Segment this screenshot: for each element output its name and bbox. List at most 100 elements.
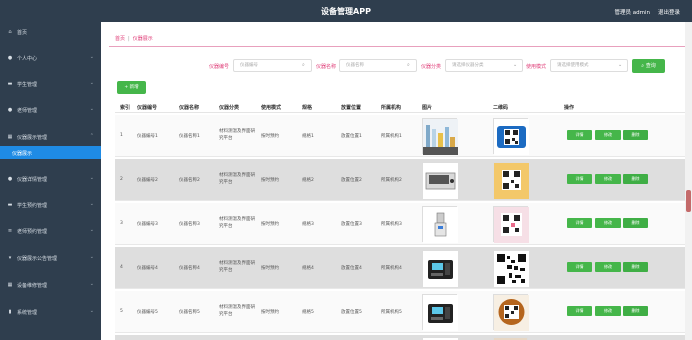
grid-icon: ▦ xyxy=(7,282,13,288)
cell-spec: 规格3 xyxy=(302,222,314,227)
sidebar-item-instrument-display[interactable]: ▦ 仪器展示管理 ⌃ xyxy=(0,130,101,144)
divider xyxy=(109,46,685,47)
delete-button[interactable]: 删除 xyxy=(623,130,648,140)
filter-label-category: 仪器分类 xyxy=(421,64,442,70)
edit-button[interactable]: 修改 xyxy=(595,130,621,140)
cell-spec: 规格1 xyxy=(302,134,314,139)
name-input[interactable] xyxy=(339,59,417,72)
sidebar-item-label: 学生管理 xyxy=(17,82,38,88)
person-icon: ● xyxy=(7,176,13,182)
category-select[interactable] xyxy=(445,59,523,72)
sidebar-item-label: 设备维修管理 xyxy=(17,283,48,289)
col-header: 索引 xyxy=(120,105,131,111)
instrument-image xyxy=(422,250,458,287)
chart-icon: ▮ xyxy=(8,309,12,315)
cell-index: 5 xyxy=(120,309,123,314)
table-row xyxy=(115,335,685,340)
cell-spec: 规格2 xyxy=(302,178,314,183)
sidebar-item-teachers[interactable]: ● 老师管理 ⌄ xyxy=(0,103,101,117)
home-icon: ⌂ xyxy=(8,29,12,35)
cell-mode: 按时预约 xyxy=(261,266,279,271)
col-header: 规格 xyxy=(302,105,313,111)
instrument-image xyxy=(422,294,458,331)
breadcrumb-home[interactable]: 首页 xyxy=(115,36,125,42)
chevron-down-icon: ⌄ xyxy=(89,227,94,233)
cell-index: 1 xyxy=(120,133,123,138)
filter-label-code: 仪器编号 xyxy=(209,64,230,70)
cell-location: 放置位置5 xyxy=(341,310,362,315)
table-row: 2 仪器编号2 仪器名称2 材料测温及界面研究平台 按时预约 规格2 放置位置2… xyxy=(115,159,685,201)
search-button-label: 查询 xyxy=(645,63,656,69)
cell-mode: 按时预约 xyxy=(261,310,279,315)
cell-code: 仪器编号3 xyxy=(137,222,158,227)
cell-code: 仪器编号1 xyxy=(137,134,158,139)
instrument-image xyxy=(422,162,458,199)
chevron-down-icon: ⌄ xyxy=(89,106,94,112)
cell-spec: 规格5 xyxy=(302,310,314,315)
sidebar: ⌂ 首页 ● 个人中心 ⌄ ▬ 学生管理 ⌄ ● 老师管理 ⌄ ▦ 仪器展示管理… xyxy=(0,22,101,340)
sidebar-item-student-booking[interactable]: ▬ 学生预约管理 ⌄ xyxy=(0,198,101,212)
add-button[interactable]: + 新增 xyxy=(117,81,146,94)
cell-name: 仪器名称4 xyxy=(179,266,200,271)
chevron-down-icon: ⌄ xyxy=(89,80,94,86)
logout-link[interactable]: 退出登录 xyxy=(658,8,680,16)
scrollbar-thumb[interactable] xyxy=(686,190,691,212)
mode-select[interactable] xyxy=(550,59,628,72)
delete-button[interactable]: 删除 xyxy=(623,218,648,228)
edit-button[interactable]: 修改 xyxy=(595,218,621,228)
sidebar-item-label: 老师预约管理 xyxy=(17,229,48,235)
search-button[interactable]: ⌕ 查询 xyxy=(632,59,665,73)
detail-button[interactable]: 详情 xyxy=(567,174,592,184)
filter-label-name: 仪器名称 xyxy=(316,64,337,70)
main-content: 首页|仪器展示 仪器编号 ⌕ 仪器名称 ⌕ 仪器分类 ⌄ 使用模式 ⌄ ⌕ 查询… xyxy=(101,22,685,340)
chevron-down-icon: ⌄ xyxy=(89,175,94,181)
table-row: 4 仪器编号4 仪器名称4 材料测温及界面研究平台 按时预约 规格4 放置位置4… xyxy=(115,247,685,289)
sidebar-item-label: 老师管理 xyxy=(17,108,38,114)
cell-category: 材料测温及界面研究平台 xyxy=(219,173,255,185)
scrollbar[interactable] xyxy=(685,22,692,340)
qr-code-image xyxy=(493,250,529,287)
delete-button[interactable]: 删除 xyxy=(623,306,648,316)
breadcrumb: 首页 | 仪器展示 xyxy=(115,35,153,42)
instrument-image xyxy=(422,206,458,243)
delete-button[interactable]: 删除 xyxy=(623,174,648,184)
cell-mode: 按时预约 xyxy=(261,222,279,227)
sidebar-item-teacher-booking[interactable]: ≡ 老师预约管理 ⌄ xyxy=(0,224,101,238)
current-user: 管理员 admin xyxy=(614,10,650,16)
col-header: 放置位置 xyxy=(341,105,362,111)
qr-code-image xyxy=(493,118,529,155)
sidebar-item-instrument-detail[interactable]: ● 仪器详情管理 ⌄ xyxy=(0,172,101,186)
detail-button[interactable]: 详情 xyxy=(567,306,592,316)
cell-org: 所属机构4 xyxy=(381,266,402,271)
breadcrumb-separator: | xyxy=(128,36,130,42)
edit-button[interactable]: 修改 xyxy=(595,174,621,184)
qr-code-image xyxy=(493,206,529,243)
delete-button[interactable]: 删除 xyxy=(623,262,648,272)
detail-button[interactable]: 详情 xyxy=(567,218,592,228)
app-title: 设备管理APP xyxy=(321,7,371,16)
cell-org: 所属机构5 xyxy=(381,310,402,315)
cell-code: 仪器编号5 xyxy=(137,310,158,315)
sidebar-item-announcements[interactable]: ▾ 仪器展示公告管理 ⌄ xyxy=(0,251,101,265)
table-row: 3 仪器编号3 仪器名称3 材料测温及界面研究平台 按时预约 规格3 放置位置3… xyxy=(115,203,685,245)
chevron-down-icon: ⌄ xyxy=(89,201,94,207)
search-icon: ⌕ xyxy=(407,62,410,68)
detail-button[interactable]: 详情 xyxy=(567,130,592,140)
cell-category: 材料测温及界面研究平台 xyxy=(219,305,255,317)
sidebar-subitem-label: 仪器展示 xyxy=(12,151,33,157)
detail-button[interactable]: 详情 xyxy=(567,262,592,272)
edit-button[interactable]: 修改 xyxy=(595,262,621,272)
edit-button[interactable]: 修改 xyxy=(595,306,621,316)
code-input[interactable] xyxy=(233,59,312,72)
cell-org: 所属机构3 xyxy=(381,222,402,227)
sidebar-subitem-instrument-display[interactable]: 仪器展示 xyxy=(0,146,101,159)
sidebar-item-profile[interactable]: ● 个人中心 ⌄ xyxy=(0,51,101,65)
sidebar-item-home[interactable]: ⌂ 首页 xyxy=(0,25,101,39)
cell-name: 仪器名称5 xyxy=(179,310,200,315)
sidebar-item-label: 仪器展示管理 xyxy=(17,135,48,141)
chevron-down-icon: ⌄ xyxy=(89,281,94,287)
sidebar-item-system[interactable]: ▮ 系统管理 ⌄ xyxy=(0,305,101,319)
sidebar-item-students[interactable]: ▬ 学生管理 ⌄ xyxy=(0,77,101,91)
sidebar-item-repairs[interactable]: ▦ 设备维修管理 ⌄ xyxy=(0,278,101,292)
chevron-down-icon: ⌄ xyxy=(89,254,94,260)
